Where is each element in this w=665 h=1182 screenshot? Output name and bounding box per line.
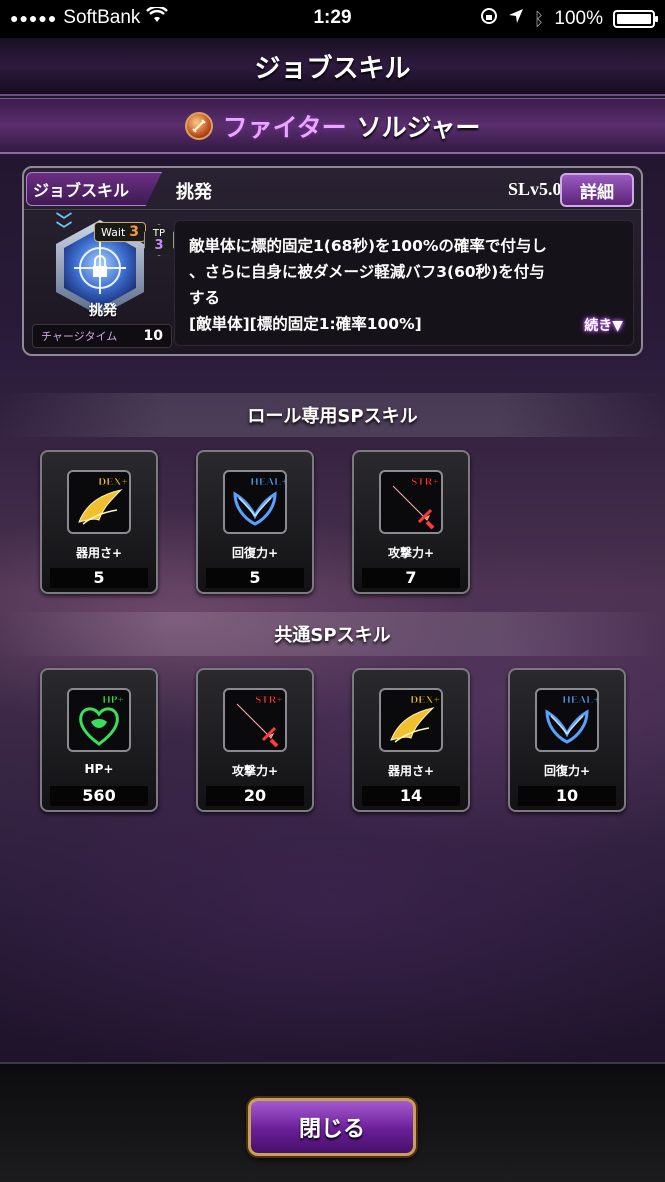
card-value: 7 bbox=[362, 568, 460, 588]
job-role-name: ソルジャー bbox=[356, 112, 481, 142]
card-badge: HEAL+ bbox=[250, 476, 285, 488]
more-link[interactable]: 続き▼ bbox=[584, 313, 623, 339]
dex-wing-icon: DEX+ bbox=[379, 688, 443, 752]
str-sword-icon: STR+ bbox=[379, 470, 443, 534]
charge-time-row: チャージタイム 10 bbox=[32, 324, 172, 348]
role-sp-card[interactable]: HEAL+ 回復力+ 5 bbox=[196, 450, 314, 594]
wait-tag: Wait 3 bbox=[94, 222, 147, 242]
battery-fill bbox=[617, 14, 651, 24]
location-icon bbox=[508, 8, 524, 30]
wait-value: 3 bbox=[129, 224, 140, 240]
tp-tag: TP 3 bbox=[144, 224, 174, 256]
status-right: ᛒ 100% bbox=[480, 7, 658, 31]
card-value: 560 bbox=[50, 786, 148, 806]
common-sp-card[interactable]: HP+ HP+ 560 bbox=[40, 668, 158, 812]
tp-value: 3 bbox=[154, 238, 164, 253]
emblem-name: 挑発 bbox=[89, 303, 117, 319]
card-value: 20 bbox=[206, 786, 304, 806]
skill-name: 挑発 bbox=[176, 182, 212, 203]
card-badge: HEAL+ bbox=[562, 694, 597, 706]
description-line: 、さらに自身に被ダメージ軽減バフ3(60秒)を付与 bbox=[189, 263, 545, 281]
card-label: 回復力+ bbox=[543, 764, 591, 778]
card-label: 器用さ+ bbox=[387, 764, 435, 778]
card-label: 器用さ+ bbox=[75, 546, 123, 560]
battery-percent: 100% bbox=[554, 8, 603, 29]
skill-description: 敵単体に標的固定1(68秒)を100%の確率で付与し 、さらに自身に被ダメージ軽… bbox=[174, 220, 634, 346]
common-sp-title: 共通SPスキル bbox=[274, 625, 391, 646]
card-value: 14 bbox=[362, 786, 460, 806]
common-sp-header: 共通SPスキル bbox=[0, 612, 665, 656]
job-skill-tab: ジョブスキル bbox=[26, 172, 162, 206]
job-bar: ファイター ソルジャー bbox=[0, 98, 665, 154]
close-button[interactable]: 閉じる bbox=[248, 1098, 416, 1156]
card-value: 5 bbox=[50, 568, 148, 588]
description-line: する bbox=[189, 289, 221, 307]
card-badge: DEX+ bbox=[410, 694, 440, 706]
status-bar: ●●●●● SoftBank 1:29 ᛒ 100% bbox=[0, 0, 665, 38]
skill-level: SLv5.0 bbox=[508, 179, 562, 199]
fighter-emblem-icon bbox=[184, 111, 213, 140]
common-sp-card[interactable]: HEAL+ 回復力+ 10 bbox=[508, 668, 626, 812]
skill-emblem[interactable]: ﹀ ﹀ Wait 3 TP 3 挑発 bbox=[34, 211, 174, 328]
role-sp-title: ロール専用SPスキル bbox=[247, 406, 418, 427]
card-value: 10 bbox=[518, 786, 616, 806]
card-value: 5 bbox=[206, 568, 304, 588]
card-label: 攻撃力+ bbox=[231, 764, 279, 778]
card-label: HP+ bbox=[84, 762, 114, 776]
description-line: 敵単体に標的固定1(68秒)を100%の確率で付与し bbox=[189, 237, 547, 255]
bluetooth-icon: ᛒ bbox=[533, 8, 545, 29]
charge-time-label: チャージタイム bbox=[41, 330, 118, 343]
bottom-bar: 閉じる bbox=[0, 1062, 665, 1182]
role-sp-card[interactable]: DEX+ 器用さ+ 5 bbox=[40, 450, 158, 594]
hp-heart-icon: HP+ bbox=[67, 688, 131, 752]
card-badge: HP+ bbox=[102, 694, 124, 706]
charge-time-value: 10 bbox=[143, 328, 163, 344]
detail-button[interactable]: 詳細 bbox=[560, 173, 634, 207]
job-skill-panel: ジョブスキル 挑発 SLv5.0 詳細 ﹀ ﹀ Wait 3 TP 3 挑発 チャ… bbox=[22, 166, 643, 356]
heal-wing-icon: HEAL+ bbox=[535, 688, 599, 752]
rotation-lock-icon bbox=[480, 7, 498, 31]
job-skill-header: ジョブスキル 挑発 SLv5.0 詳細 bbox=[24, 168, 641, 210]
role-sp-card[interactable]: STR+ 攻撃力+ 7 bbox=[352, 450, 470, 594]
card-badge: STR+ bbox=[255, 694, 283, 706]
description-line: [敵単体][標的固定1:確率100%] bbox=[189, 315, 422, 333]
card-label: 回復力+ bbox=[231, 546, 279, 560]
card-label: 攻撃力+ bbox=[387, 546, 435, 560]
str-sword-icon: STR+ bbox=[223, 688, 287, 752]
rank-chevron-icon: ﹀ ﹀ bbox=[56, 211, 73, 239]
battery-icon bbox=[613, 10, 658, 28]
job-class-name: ファイター bbox=[222, 112, 347, 142]
role-sp-header: ロール専用SPスキル bbox=[0, 393, 665, 437]
common-sp-card[interactable]: STR+ 攻撃力+ 20 bbox=[196, 668, 314, 812]
wait-label: Wait bbox=[101, 225, 126, 239]
dex-wing-icon: DEX+ bbox=[67, 470, 131, 534]
heal-wing-icon: HEAL+ bbox=[223, 470, 287, 534]
card-badge: STR+ bbox=[411, 476, 439, 488]
common-sp-card[interactable]: DEX+ 器用さ+ 14 bbox=[352, 668, 470, 812]
card-badge: DEX+ bbox=[98, 476, 128, 488]
page-title-bar: ジョブスキル bbox=[0, 38, 665, 96]
page-title: ジョブスキル bbox=[254, 53, 411, 84]
